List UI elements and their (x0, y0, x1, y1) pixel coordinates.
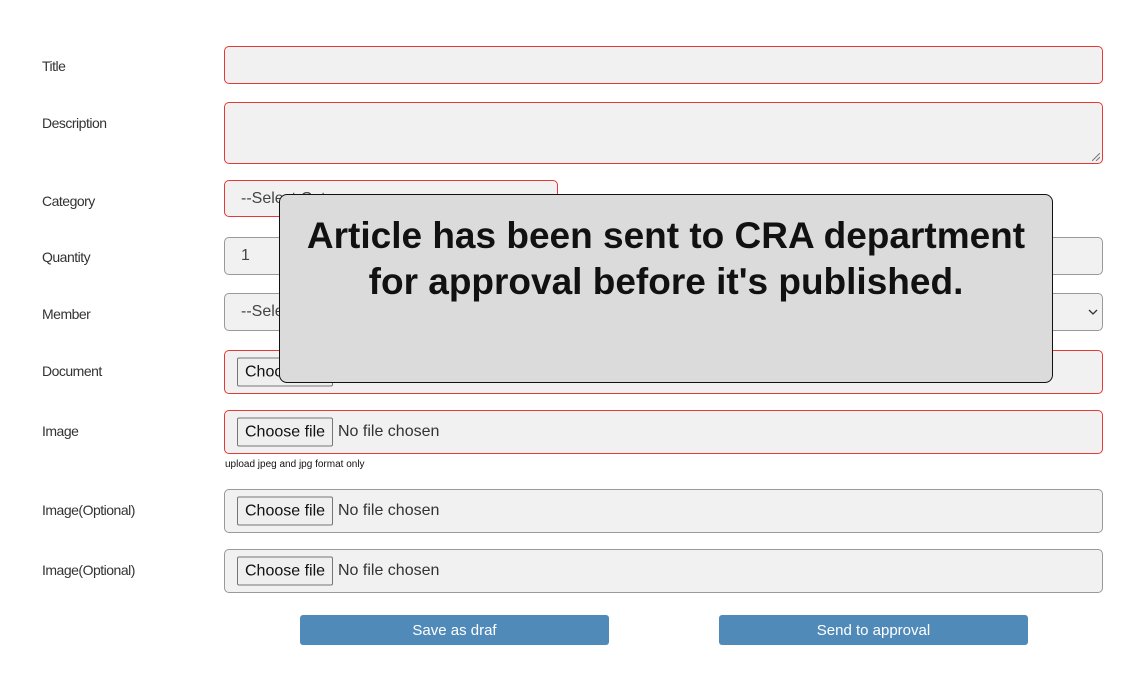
resize-grip-icon[interactable] (1092, 153, 1100, 161)
document-label: Document (42, 363, 102, 379)
member-label: Member (42, 306, 91, 322)
image-optional-1-choose-file-button[interactable]: Choose file (237, 496, 334, 526)
approval-notification-message: Article has been sent to CRA department … (306, 215, 1026, 302)
image-optional-1-file-status: No file chosen (338, 502, 440, 519)
image-optional-2-file-status: No file chosen (338, 562, 440, 579)
title-input[interactable] (224, 46, 1103, 84)
title-label: Title (42, 58, 66, 74)
description-label: Description (42, 115, 107, 131)
chevron-down-icon (1088, 309, 1098, 315)
image-optional-1-file-input[interactable]: Choose file No file chosen (224, 489, 1103, 533)
image-optional-2-label: Image(Optional) (42, 562, 135, 578)
image-file-input[interactable]: Choose file No file chosen (224, 410, 1103, 454)
approval-notification-dialog: Article has been sent to CRA department … (279, 194, 1053, 383)
send-to-approval-button[interactable]: Send to approval (719, 615, 1028, 645)
image-optional-2-file-input[interactable]: Choose file No file chosen (224, 549, 1103, 593)
save-draft-button[interactable]: Save as draf (300, 615, 609, 645)
image-label: Image (42, 423, 79, 439)
description-textarea[interactable] (224, 102, 1103, 164)
image-format-hint: upload jpeg and jpg format only (225, 459, 365, 470)
quantity-label: Quantity (42, 249, 91, 265)
image-choose-file-button[interactable]: Choose file (237, 417, 334, 447)
category-label: Category (42, 193, 95, 209)
image-optional-1-label: Image(Optional) (42, 502, 135, 518)
image-optional-2-choose-file-button[interactable]: Choose file (237, 556, 334, 586)
image-file-status: No file chosen (338, 423, 440, 440)
